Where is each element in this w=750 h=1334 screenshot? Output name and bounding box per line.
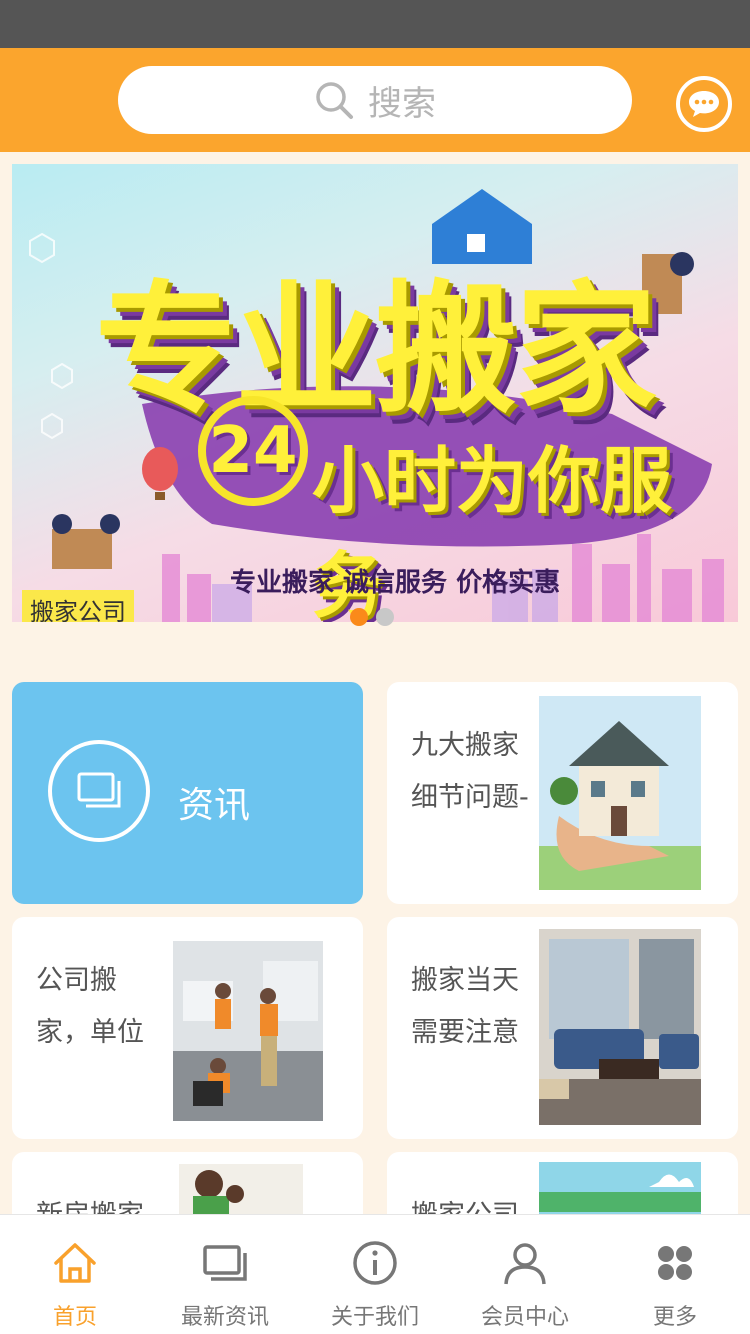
tab-about-us[interactable]: 关于我们	[300, 1215, 450, 1334]
chat-bubble-icon	[689, 91, 719, 117]
article-thumbnail	[173, 941, 323, 1121]
article-title: 九大搬家细节问题-	[411, 730, 529, 813]
tab-member-center[interactable]: 会员中心	[450, 1215, 600, 1334]
carousel-dot-active[interactable]	[350, 608, 368, 626]
bottom-tab-bar: 首页 最新资讯 关于我们 会员中心 更多	[0, 1214, 750, 1334]
search-placeholder: 搜索	[368, 83, 436, 124]
banner-slogan: 专业搬家 诚信服务 价格实惠	[230, 568, 561, 598]
user-icon	[504, 1243, 546, 1285]
search-input[interactable]: 搜索	[118, 66, 632, 134]
banner-hours: 24	[198, 396, 308, 506]
info-icon	[353, 1241, 397, 1285]
banner-company-tag: 搬家公司	[22, 590, 134, 622]
article-thumbnail	[539, 696, 701, 890]
article-card[interactable]: 搬家当天需要注意	[387, 917, 738, 1139]
tab-label: 会员中心	[480, 1305, 569, 1330]
status-bar	[0, 0, 750, 48]
home-icon	[54, 1243, 96, 1283]
tab-home[interactable]: 首页	[0, 1215, 150, 1334]
tab-more[interactable]: 更多	[600, 1215, 750, 1334]
news-feature-card[interactable]: 资讯	[12, 682, 363, 904]
article-title: 搬家当天需要注意	[411, 965, 519, 1048]
news-icon	[203, 1245, 247, 1281]
tab-label: 首页	[52, 1305, 97, 1330]
feature-icon-circle	[48, 740, 150, 842]
article-thumbnail	[539, 929, 701, 1125]
banner-title: 专业搬家	[95, 268, 657, 433]
feature-label: 资讯	[178, 785, 251, 826]
tab-label: 最新资讯	[180, 1305, 269, 1330]
grid-icon	[658, 1246, 692, 1280]
article-card[interactable]: 九大搬家细节问题-	[387, 682, 738, 904]
article-title: 公司搬家，单位	[36, 965, 144, 1048]
search-icon	[316, 82, 353, 119]
tab-latest-news[interactable]: 最新资讯	[150, 1215, 300, 1334]
carousel-indicator	[350, 608, 394, 626]
tab-label: 更多	[652, 1305, 697, 1330]
article-card[interactable]: 公司搬家，单位	[12, 917, 363, 1139]
header: 搜索	[0, 48, 750, 152]
message-button[interactable]	[676, 76, 732, 132]
promo-banner[interactable]: 专业搬家 24 小时为你服务 专业搬家 诚信服务 价格实惠 搬家公司	[12, 164, 738, 622]
carousel-dot[interactable]	[376, 608, 394, 626]
news-icon	[77, 772, 121, 808]
tab-label: 关于我们	[330, 1305, 419, 1330]
